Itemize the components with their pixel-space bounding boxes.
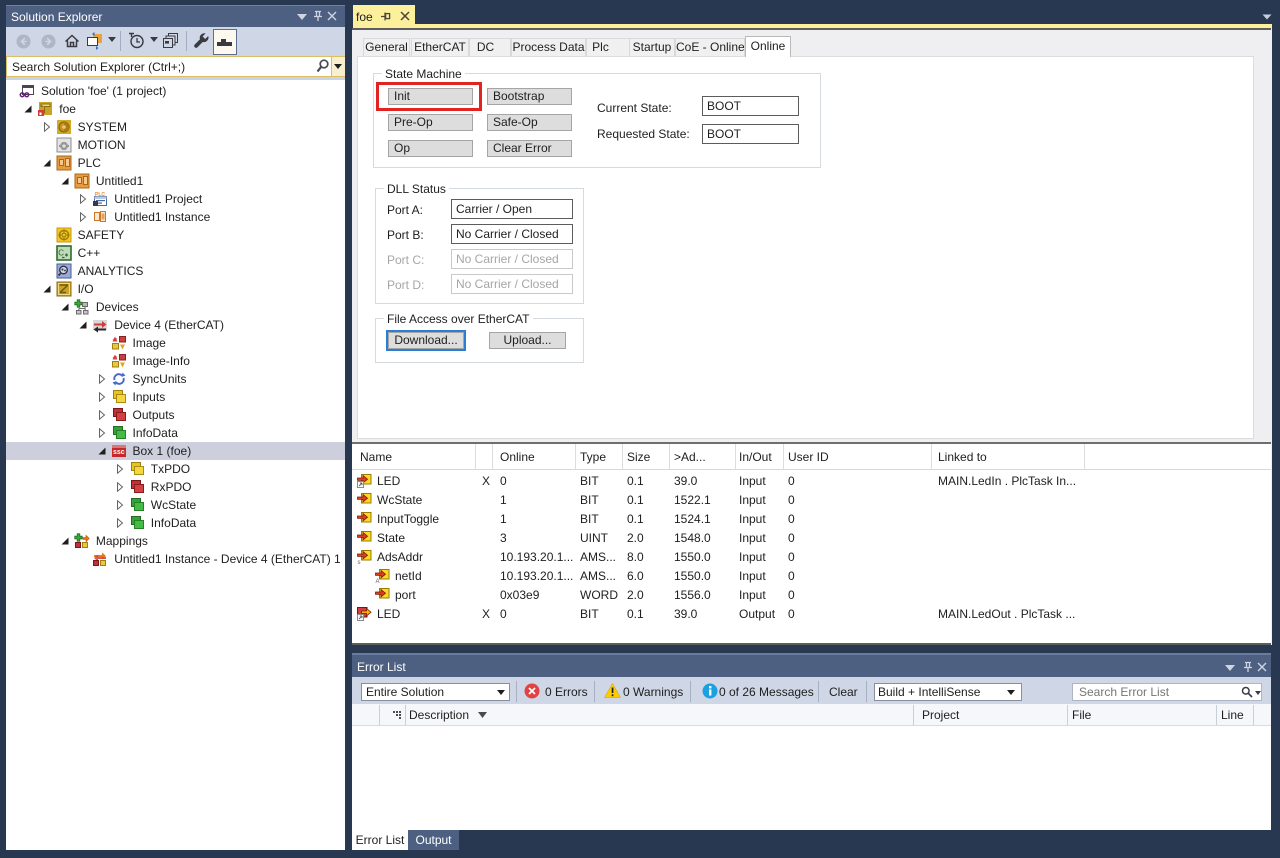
svg-text:ssc: ssc (113, 449, 125, 456)
svg-text:A: A (376, 579, 380, 583)
svg-text:C: C (58, 249, 64, 258)
svg-text:s: s (358, 560, 361, 564)
